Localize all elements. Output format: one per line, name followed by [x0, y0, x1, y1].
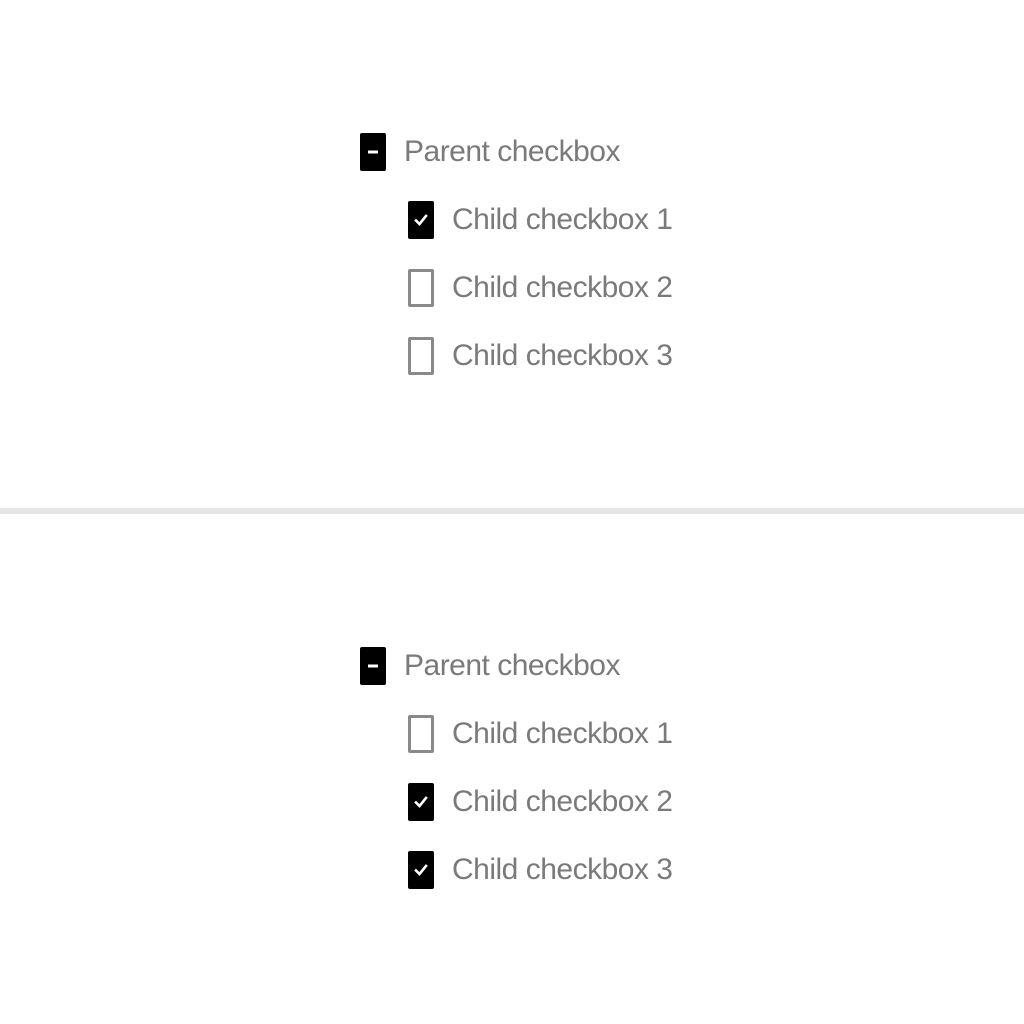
- child-checkbox-row-2[interactable]: Child checkbox 2: [408, 782, 673, 822]
- minus-icon: [368, 664, 378, 668]
- parent-checkbox-row[interactable]: Parent checkbox: [360, 646, 672, 686]
- child-checkbox-1-label[interactable]: Child checkbox 1: [452, 200, 673, 240]
- check-icon: [414, 796, 428, 808]
- child-checkbox-2[interactable]: [408, 783, 434, 821]
- checkbox-group: Parent checkbox Child checkbox 1 Child c…: [360, 132, 673, 376]
- check-icon: [414, 864, 428, 876]
- child-checkbox-3[interactable]: [408, 851, 434, 889]
- child-checkbox-row-3[interactable]: Child checkbox 3: [408, 336, 673, 376]
- child-checkbox-3-label[interactable]: Child checkbox 3: [452, 850, 673, 890]
- child-checkbox-2[interactable]: [408, 269, 434, 307]
- check-icon: [414, 214, 428, 226]
- child-checkbox-1[interactable]: [408, 201, 434, 239]
- minus-icon: [368, 150, 378, 154]
- child-checkbox-row-3[interactable]: Child checkbox 3: [408, 850, 673, 890]
- child-checkbox-row-1[interactable]: Child checkbox 1: [408, 714, 673, 754]
- parent-checkbox-row[interactable]: Parent checkbox: [360, 132, 672, 172]
- checkbox-group: Parent checkbox Child checkbox 1 Child c…: [360, 646, 673, 890]
- parent-checkbox-label[interactable]: Parent checkbox: [404, 132, 620, 172]
- parent-checkbox-label[interactable]: Parent checkbox: [404, 646, 620, 686]
- child-checkbox-3[interactable]: [408, 337, 434, 375]
- child-checkbox-1[interactable]: [408, 715, 434, 753]
- parent-checkbox[interactable]: [360, 133, 386, 171]
- child-checkbox-1-label[interactable]: Child checkbox 1: [452, 714, 673, 754]
- child-checkbox-row-2[interactable]: Child checkbox 2: [408, 268, 673, 308]
- parent-checkbox[interactable]: [360, 647, 386, 685]
- child-checkbox-3-label[interactable]: Child checkbox 3: [452, 336, 673, 376]
- child-checkbox-2-label[interactable]: Child checkbox 2: [452, 782, 673, 822]
- child-checkbox-2-label[interactable]: Child checkbox 2: [452, 268, 673, 308]
- example-panel-2: Parent checkbox Child checkbox 1 Child c…: [0, 514, 1024, 1024]
- example-panel-1: Parent checkbox Child checkbox 1 Child c…: [0, 0, 1024, 510]
- child-checkbox-row-1[interactable]: Child checkbox 1: [408, 200, 673, 240]
